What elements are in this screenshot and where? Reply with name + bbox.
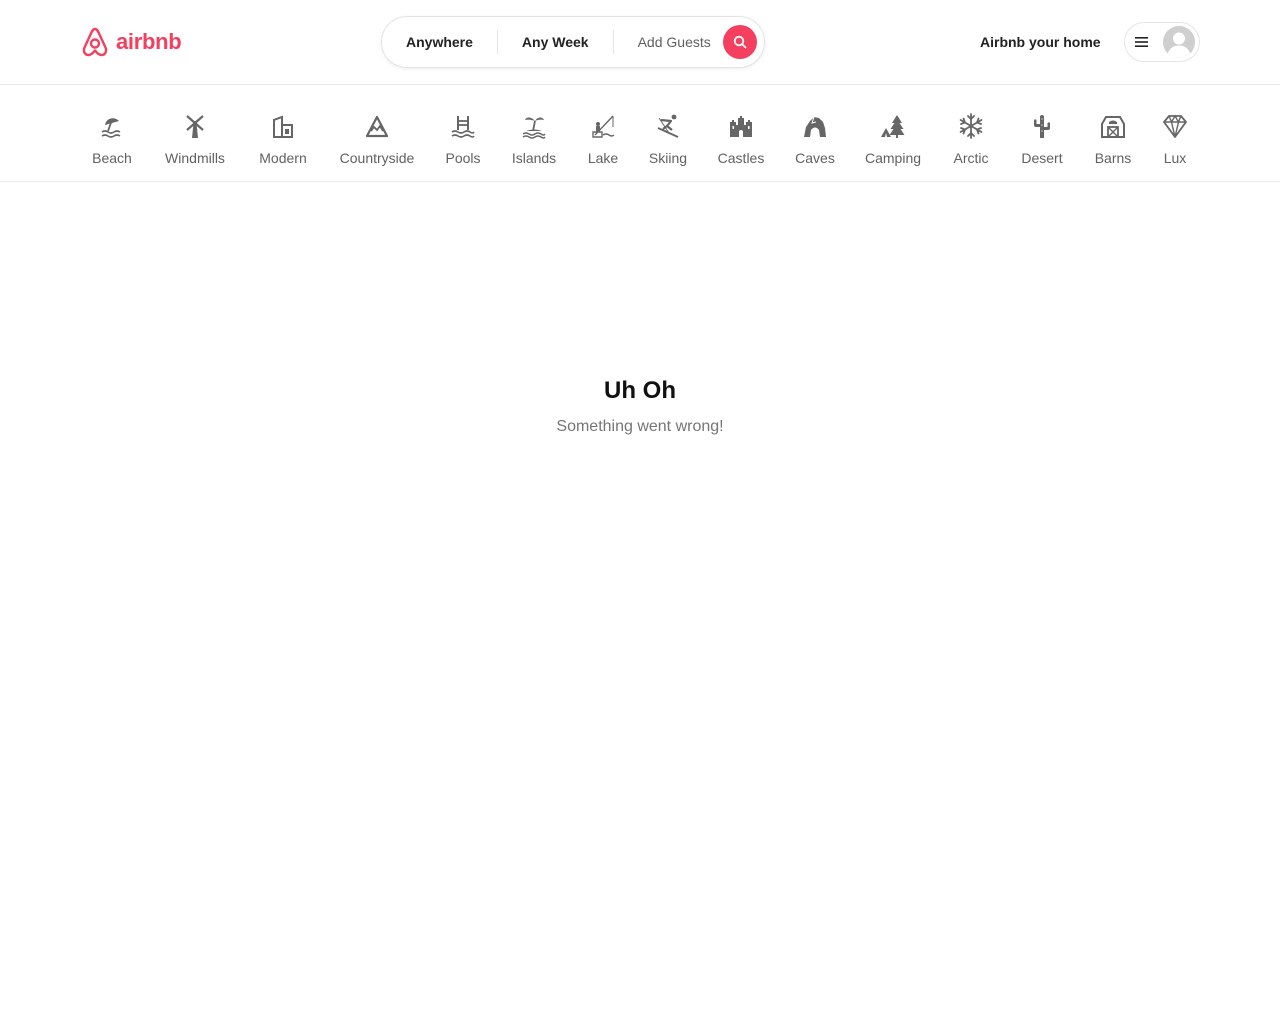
diamond-icon xyxy=(1163,114,1187,138)
barn-icon xyxy=(1101,116,1125,138)
category-desert[interactable]: Desert xyxy=(1017,112,1067,168)
hamburger-menu-icon xyxy=(1135,37,1148,47)
beach-umbrella-icon xyxy=(101,118,121,138)
category-label: Barns xyxy=(1094,150,1132,166)
island-icon xyxy=(522,117,546,139)
cave-icon xyxy=(804,116,826,137)
category-label: Caves xyxy=(795,150,835,166)
category-islands[interactable]: Islands xyxy=(508,112,560,168)
category-label: Beach xyxy=(92,150,132,166)
category-label: Lux xyxy=(1163,150,1187,166)
category-label: Camping xyxy=(864,150,922,166)
category-arctic[interactable]: Arctic xyxy=(950,112,992,168)
category-lake[interactable]: Lake xyxy=(584,112,622,168)
category-label: Islands xyxy=(511,150,557,166)
brand-name: airbnb xyxy=(116,29,182,54)
category-label: Desert xyxy=(1021,150,1063,166)
airbnb-logo[interactable]: airbnb xyxy=(80,26,182,58)
category-caves[interactable]: Caves xyxy=(792,112,838,168)
modern-house-icon xyxy=(273,115,293,138)
category-lux[interactable]: Lux xyxy=(1158,112,1192,168)
lake-fishing-icon xyxy=(592,115,615,138)
category-label: Modern xyxy=(259,150,307,166)
category-bar: Beach Windmills Modern Countryside Pools… xyxy=(0,85,1280,182)
category-label: Castles xyxy=(717,150,765,166)
skier-icon xyxy=(657,114,679,138)
navbar: airbnb Anywhere Any Week Add Guests Airb… xyxy=(0,0,1280,85)
error-subtitle: Something went wrong! xyxy=(556,418,724,435)
category-beach[interactable]: Beach xyxy=(86,112,138,168)
category-label: Skiing xyxy=(648,150,688,166)
category-modern[interactable]: Modern xyxy=(255,112,311,168)
category-barns[interactable]: Barns xyxy=(1091,112,1135,168)
category-pools[interactable]: Pools xyxy=(442,112,484,168)
category-skiing[interactable]: Skiing xyxy=(646,112,690,168)
category-label: Windmills xyxy=(165,150,225,166)
cactus-icon xyxy=(1034,115,1050,138)
user-avatar-icon xyxy=(1163,26,1195,58)
category-label: Arctic xyxy=(953,150,989,166)
search-button[interactable] xyxy=(722,25,757,59)
search-location[interactable]: Anywhere xyxy=(382,30,497,54)
snowflake-icon xyxy=(959,113,983,139)
category-camping[interactable]: Camping xyxy=(862,112,924,168)
search-bar[interactable]: Anywhere Any Week Add Guests xyxy=(381,16,765,68)
search-icon xyxy=(733,35,747,49)
camping-tent-icon xyxy=(881,115,905,138)
search-guests[interactable]: Add Guests xyxy=(614,30,723,54)
category-windmills[interactable]: Windmills xyxy=(160,112,230,168)
castle-icon xyxy=(730,116,752,137)
category-castles[interactable]: Castles xyxy=(714,112,768,168)
airbnb-logo-icon xyxy=(82,27,108,57)
category-label: Countryside xyxy=(339,150,415,166)
error-title: Uh Oh xyxy=(604,377,676,404)
airbnb-your-home-link[interactable]: Airbnb your home xyxy=(966,30,1115,54)
category-countryside[interactable]: Countryside xyxy=(336,112,418,168)
search-dates[interactable]: Any Week xyxy=(498,30,613,54)
windmill-icon xyxy=(186,115,204,138)
user-menu-button[interactable] xyxy=(1124,22,1200,62)
mountain-icon xyxy=(365,115,389,138)
pool-icon xyxy=(451,116,475,138)
category-label: Pools xyxy=(445,150,481,166)
category-label: Lake xyxy=(587,150,619,166)
